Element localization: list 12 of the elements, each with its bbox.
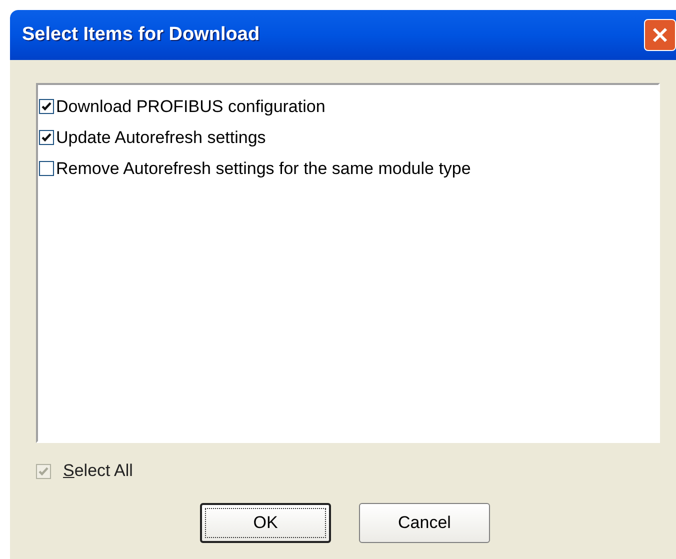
- checkbox[interactable]: [39, 130, 54, 145]
- select-all-label: Select All: [63, 460, 133, 482]
- checkbox[interactable]: [39, 161, 54, 176]
- dialog-button[interactable]: OK: [200, 503, 331, 543]
- item-label: Update Autorefresh settings: [56, 126, 266, 149]
- close-icon: [651, 26, 669, 44]
- item-label: Remove Autorefresh settings for the same module type: [56, 158, 471, 180]
- item-label: Download PROFIBUS configuration: [56, 96, 326, 118]
- window-title: Select Items for Download: [22, 22, 261, 47]
- dialog-button[interactable]: Cancel: [359, 503, 490, 543]
- checkbox[interactable]: [39, 99, 54, 114]
- close-button[interactable]: [644, 19, 676, 51]
